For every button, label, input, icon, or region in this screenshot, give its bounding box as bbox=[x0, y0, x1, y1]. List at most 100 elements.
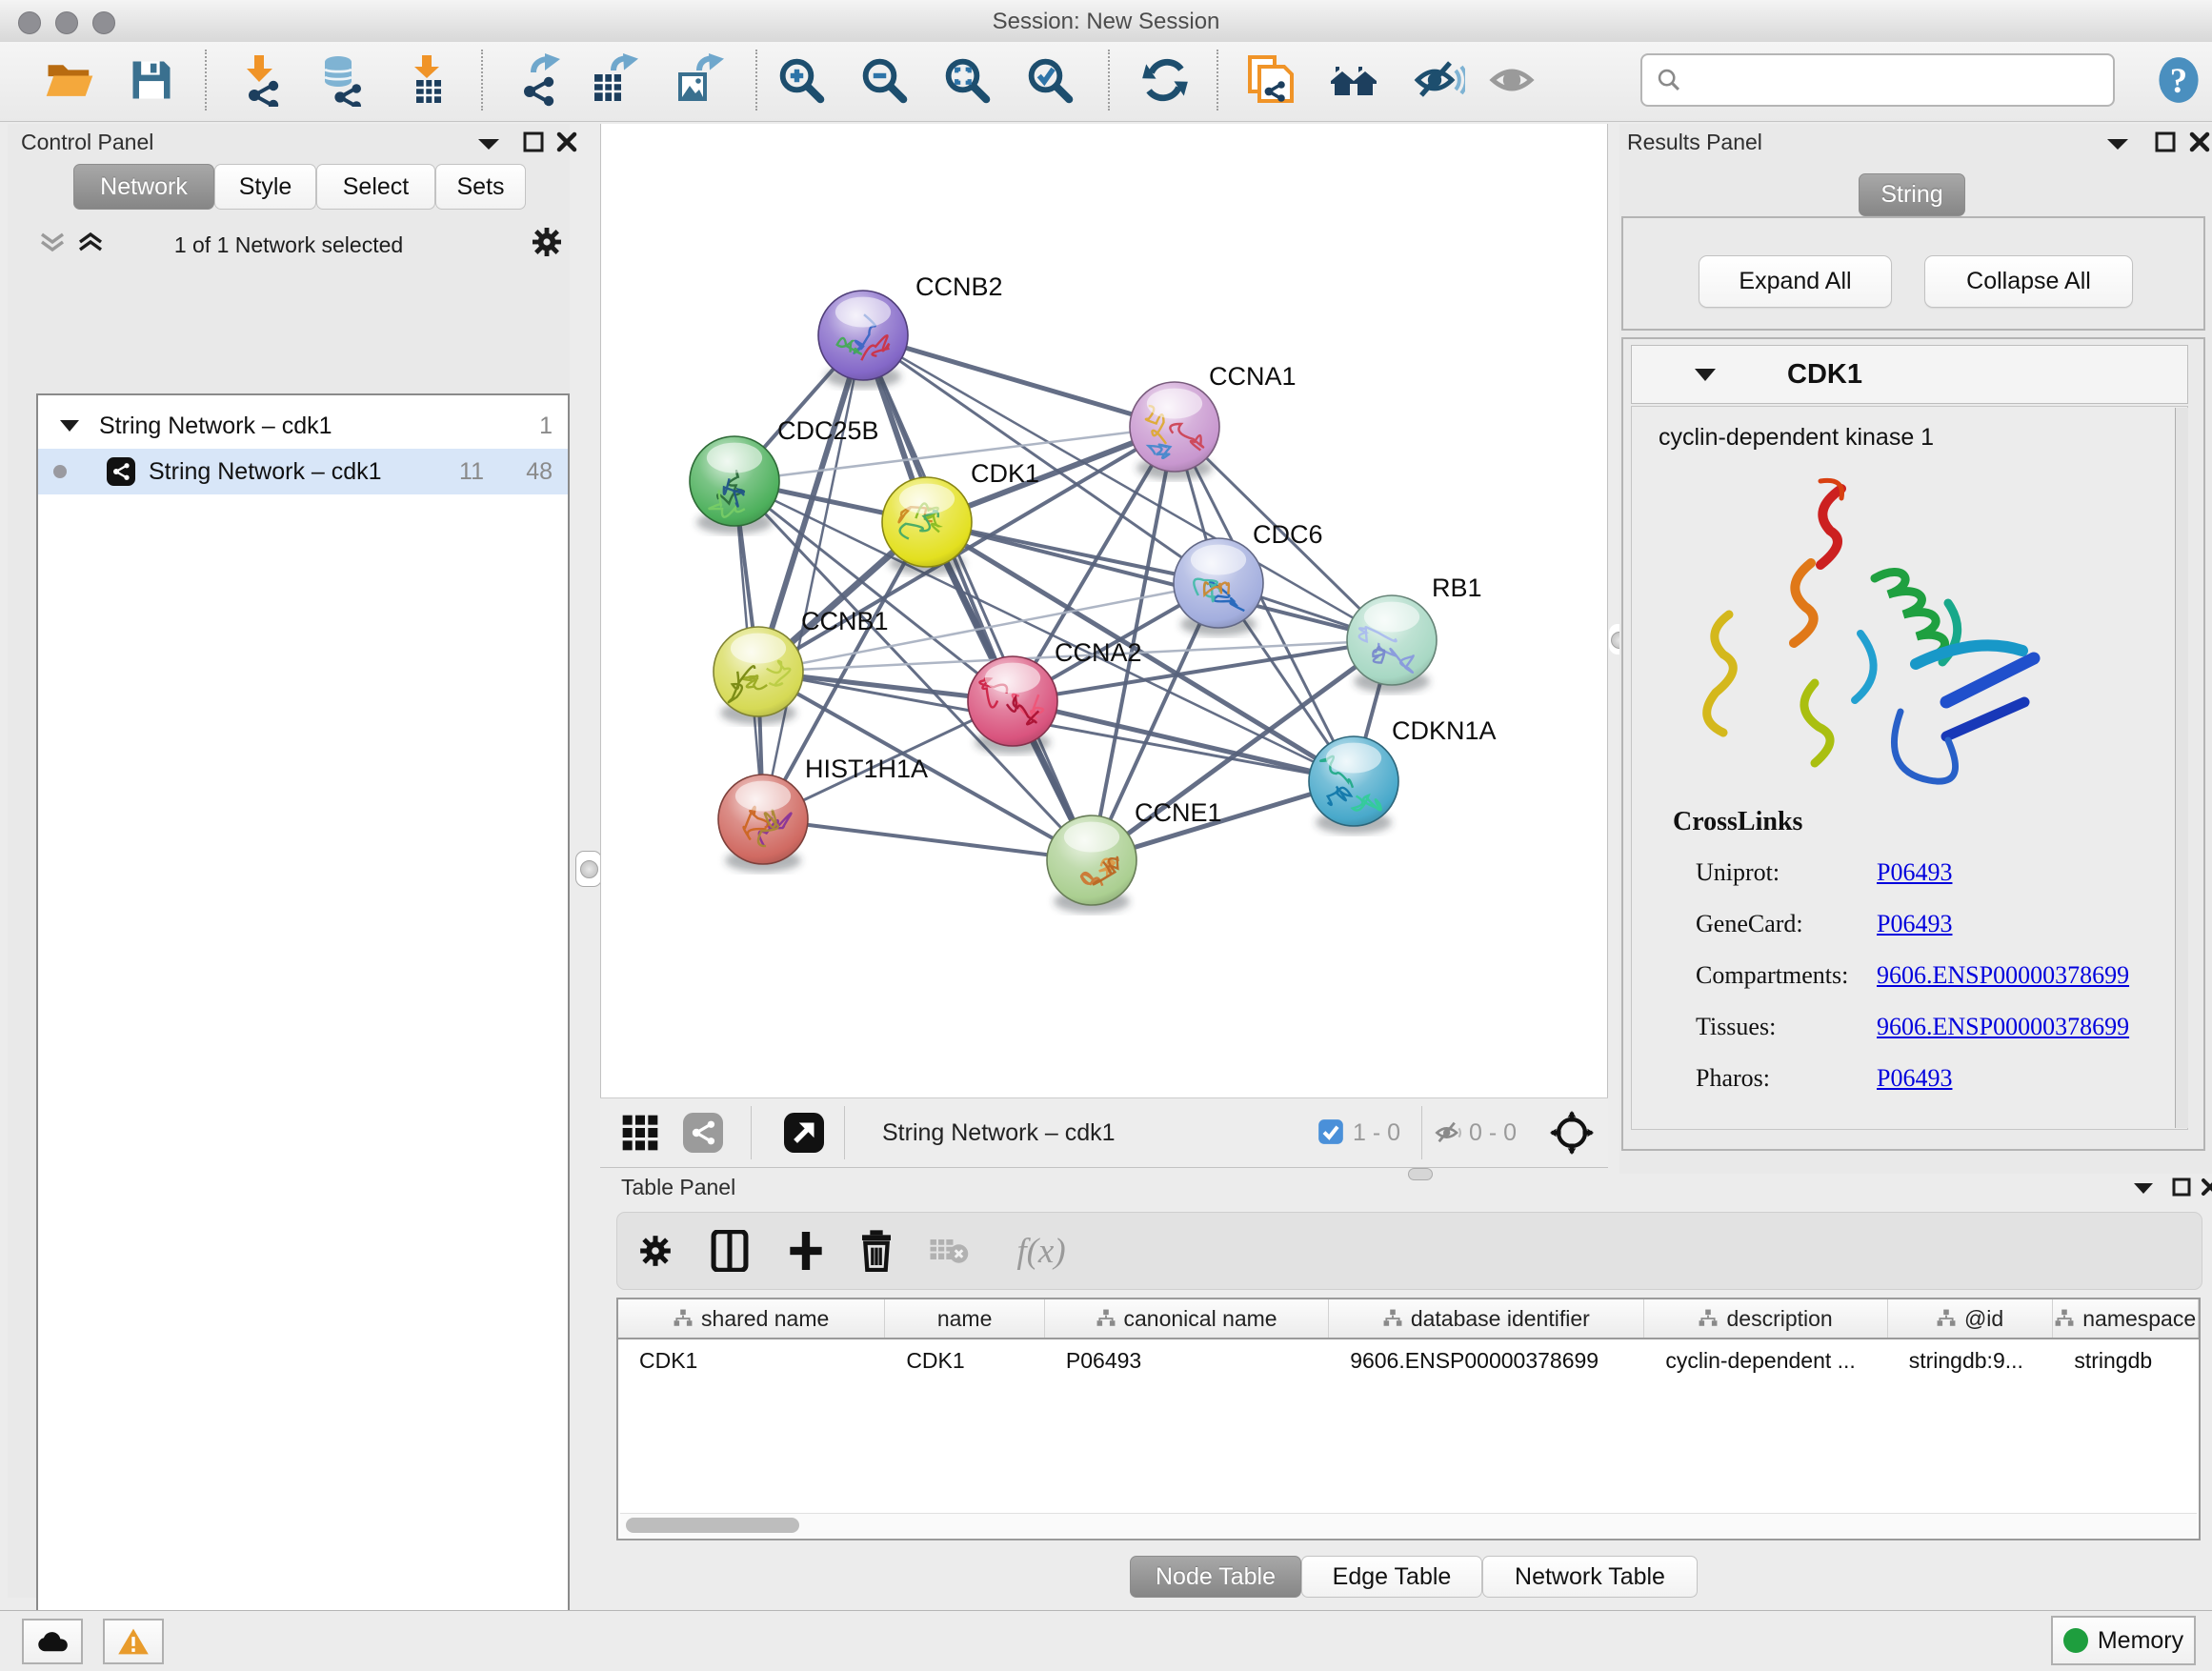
crosslink-link[interactable]: 9606.ENSP00000378699 bbox=[1877, 961, 2129, 990]
crosslink-link[interactable]: P06493 bbox=[1877, 910, 1952, 938]
import-database-icon[interactable] bbox=[314, 46, 370, 114]
export-network-icon[interactable] bbox=[510, 46, 565, 114]
left-splitter-handle[interactable] bbox=[575, 851, 602, 887]
bottom-splitter-handle[interactable] bbox=[1408, 1168, 1433, 1180]
panel-close-icon[interactable] bbox=[556, 131, 577, 152]
zoom-fit-icon[interactable] bbox=[939, 46, 995, 114]
panel-float-icon[interactable] bbox=[2132, 1181, 2155, 1196]
node-label-CDKN1A: CDKN1A bbox=[1392, 716, 1497, 745]
panel-float-icon[interactable] bbox=[476, 136, 501, 151]
selected-checkbox[interactable] bbox=[1317, 1117, 1345, 1146]
panel-maximize-icon[interactable] bbox=[523, 131, 544, 152]
table-cell[interactable]: cyclin-dependent ... bbox=[1644, 1348, 1887, 1374]
panel-maximize-icon[interactable] bbox=[2155, 131, 2176, 152]
import-network-icon[interactable] bbox=[232, 46, 288, 114]
zoom-in-icon[interactable] bbox=[774, 46, 829, 114]
tab-sets[interactable]: Sets bbox=[435, 164, 526, 210]
results-scrollbar[interactable] bbox=[2175, 408, 2188, 1128]
table-horizontal-scrollbar[interactable] bbox=[620, 1513, 2197, 1537]
fit-content-crosshair-icon[interactable] bbox=[1549, 1110, 1595, 1156]
panel-maximize-icon[interactable] bbox=[2172, 1178, 2191, 1197]
tab-node-table[interactable]: Node Table bbox=[1130, 1556, 1301, 1598]
gene-section-header[interactable]: CDK1 bbox=[1631, 345, 2188, 404]
column-header-name[interactable]: name bbox=[885, 1299, 1045, 1338]
network-collection-row[interactable]: String Network – cdk1 1 bbox=[38, 403, 568, 449]
tab-select[interactable]: Select bbox=[316, 164, 435, 210]
refresh-icon[interactable] bbox=[1137, 46, 1193, 114]
collapse-all-button[interactable]: Collapse All bbox=[1924, 255, 2133, 308]
panel-close-icon[interactable] bbox=[2201, 1178, 2212, 1197]
crosslink-link[interactable]: P06493 bbox=[1877, 858, 1952, 887]
birds-eye-view-icon[interactable] bbox=[781, 1110, 827, 1156]
tree-expander-icon[interactable] bbox=[59, 418, 80, 433]
clear-table-icon[interactable] bbox=[924, 1228, 974, 1274]
crosslink-link[interactable]: P06493 bbox=[1877, 1064, 1952, 1093]
tab-string[interactable]: String bbox=[1859, 173, 1965, 216]
import-table-icon[interactable] bbox=[398, 46, 453, 114]
table-cell[interactable]: CDK1 bbox=[618, 1348, 885, 1374]
export-table-icon[interactable] bbox=[586, 46, 641, 114]
node-table[interactable]: shared namenamecanonical namedatabase id… bbox=[616, 1298, 2201, 1540]
panel-float-icon[interactable] bbox=[2105, 136, 2130, 151]
tab-network[interactable]: Network bbox=[73, 164, 214, 210]
zoom-selected-icon[interactable] bbox=[1022, 46, 1077, 114]
network-options-gear-icon[interactable] bbox=[530, 225, 564, 259]
node-gloss bbox=[835, 297, 891, 328]
network-edge[interactable] bbox=[763, 335, 863, 819]
table-row[interactable]: CDK1CDK1P064939606.ENSP00000378699cyclin… bbox=[618, 1339, 2199, 1381]
network-edge[interactable] bbox=[1013, 701, 1354, 781]
hide-selected-icon[interactable] bbox=[1411, 46, 1466, 114]
tab-edge-table[interactable]: Edge Table bbox=[1301, 1556, 1482, 1598]
delete-column-trash-icon[interactable] bbox=[852, 1228, 901, 1274]
section-expander-icon[interactable] bbox=[1694, 367, 1717, 383]
add-column-icon[interactable] bbox=[781, 1228, 831, 1274]
network-canvas[interactable]: CCNB2CCNA1CDC25BCDK1CDC6RB1CCNB1CCNA2CDK… bbox=[600, 124, 1608, 1097]
panel-close-icon[interactable] bbox=[2189, 131, 2210, 152]
column-header-canonical-name[interactable]: canonical name bbox=[1045, 1299, 1329, 1338]
table-settings-gear-icon[interactable] bbox=[631, 1228, 680, 1274]
column-network-icon bbox=[1699, 1309, 1718, 1328]
table-cell[interactable]: 9606.ENSP00000378699 bbox=[1329, 1348, 1644, 1374]
column-header-namespace[interactable]: namespace bbox=[2053, 1299, 2199, 1338]
scrollbar-thumb[interactable] bbox=[626, 1518, 799, 1533]
help-icon[interactable]: ? bbox=[2151, 46, 2206, 114]
column-header-description[interactable]: description bbox=[1644, 1299, 1887, 1338]
show-columns-icon[interactable] bbox=[705, 1228, 754, 1274]
home-networks-icon[interactable] bbox=[1327, 46, 1382, 114]
table-cell[interactable]: P06493 bbox=[1045, 1348, 1329, 1374]
network-list-icon[interactable] bbox=[680, 1110, 726, 1156]
table-cell[interactable]: stringdb:9... bbox=[1888, 1348, 2054, 1374]
open-file-icon[interactable] bbox=[42, 46, 97, 114]
zoom-out-icon[interactable] bbox=[856, 46, 912, 114]
cloud-button[interactable] bbox=[22, 1619, 83, 1664]
node-gloss bbox=[707, 443, 762, 473]
search-field[interactable] bbox=[1640, 53, 2115, 107]
column-header-database-identifier[interactable]: database identifier bbox=[1329, 1299, 1644, 1338]
column-header--id[interactable]: @id bbox=[1888, 1299, 2054, 1338]
current-network-name: String Network – cdk1 bbox=[882, 1098, 1116, 1167]
save-session-icon[interactable] bbox=[124, 46, 179, 114]
grid-view-icon[interactable] bbox=[617, 1110, 663, 1156]
memory-label: Memory bbox=[2098, 1627, 2183, 1655]
network-view-toolbar: String Network – cdk1 1 - 0 0 - 0 bbox=[600, 1097, 1608, 1168]
memory-button[interactable]: Memory bbox=[2051, 1616, 2196, 1665]
crosslink-link[interactable]: 9606.ENSP00000378699 bbox=[1877, 1013, 2129, 1041]
expand-all-button[interactable]: Expand All bbox=[1699, 255, 1892, 308]
function-builder-icon[interactable]: f(x) bbox=[998, 1228, 1084, 1274]
clone-network-icon[interactable] bbox=[1243, 46, 1298, 114]
column-header-shared-name[interactable]: shared name bbox=[618, 1299, 885, 1338]
table-cell[interactable]: CDK1 bbox=[885, 1348, 1045, 1374]
network-edge[interactable] bbox=[863, 335, 1175, 427]
tab-style[interactable]: Style bbox=[214, 164, 316, 210]
search-input[interactable] bbox=[1692, 66, 2096, 94]
network-row-selected[interactable]: String Network – cdk1 11 48 bbox=[38, 449, 568, 494]
network-collection-label: String Network – cdk1 bbox=[99, 413, 332, 440]
export-image-icon[interactable] bbox=[670, 46, 725, 114]
node-gloss bbox=[731, 634, 786, 664]
network-edge[interactable] bbox=[763, 819, 1092, 860]
warnings-button[interactable] bbox=[103, 1619, 164, 1664]
tab-network-table[interactable]: Network Table bbox=[1482, 1556, 1698, 1598]
show-all-icon[interactable] bbox=[1486, 46, 1541, 114]
table-cell[interactable]: stringdb bbox=[2053, 1348, 2199, 1374]
network-graph[interactable]: CCNB2CCNA1CDC25BCDK1CDC6RB1CCNB1CCNA2CDK… bbox=[601, 124, 1607, 1096]
